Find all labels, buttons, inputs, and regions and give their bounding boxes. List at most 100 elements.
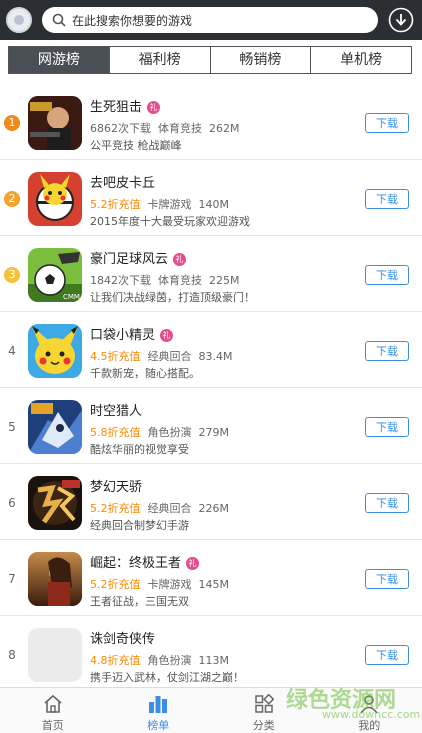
game-description: 2015年度十大最受玩家欢迎游戏 <box>90 215 250 228</box>
pocket-elf-game-icon[interactable] <box>28 324 82 378</box>
game-meta: 5.2折充值 经典回合 226M <box>90 500 229 516</box>
download-button[interactable]: 下载 <box>365 417 409 437</box>
game-description: 王者征战，三国无双 <box>90 595 189 608</box>
list-item[interactable]: 6 梦幻天骄 5.2折充值 经典回合 226M 经典回合制梦幻手游 下载 <box>0 464 422 540</box>
game-category: 体育竞技 <box>158 122 202 135</box>
game-name-row: 崛起：终极王者礼 <box>90 552 200 571</box>
rank-number: 4 <box>8 344 16 358</box>
discount-text: 5.2折充值 <box>90 502 141 515</box>
game-name-row: 豪门足球风云礼 <box>90 248 187 267</box>
game-meta: 5.2折充值 卡牌游戏 140M <box>90 196 229 212</box>
list-item[interactable]: 8 诛剑奇侠传 4.8折充值 角色扮演 113M 携手迈入武林，仗剑江湖之巅！ … <box>0 616 422 692</box>
game-category: 卡牌游戏 <box>147 198 192 211</box>
game-name: 生死狙击 <box>90 100 143 115</box>
discount-text: 5.8折充值 <box>90 426 141 439</box>
game-name: 崛起：终极王者 <box>90 556 182 571</box>
game-description: 公平竞技 枪战巅峰 <box>90 139 182 152</box>
nav-category-label: 分类 <box>252 719 275 732</box>
download-count: 6862次下载 <box>90 122 151 135</box>
game-name: 时空猎人 <box>90 404 143 419</box>
dream-game-icon[interactable] <box>28 476 82 530</box>
discount-text: 5.2折充值 <box>90 198 141 211</box>
category-icon <box>255 694 274 713</box>
football-game-icon[interactable]: CMM <box>28 248 82 302</box>
game-description: 携手迈入武林，仗剑江湖之巅！ <box>90 671 244 684</box>
gift-badge: 礼 <box>160 329 174 342</box>
game-description: 酷炫华丽的视觉享受 <box>90 443 189 456</box>
game-size: 113M <box>198 654 230 667</box>
tab-online-games[interactable]: 网游榜 <box>9 47 109 73</box>
gift-badge: 礼 <box>186 557 200 570</box>
top-bar: 在此搜索你想要的游戏 <box>0 0 422 40</box>
game-category: 角色扮演 <box>147 654 192 667</box>
game-description: 千款新宠，随心搭配。 <box>90 367 200 380</box>
list-item[interactable]: 4 口袋小精灵礼 4.5折充值 经典回合 83.4M 千款新宠，随心搭配。 下载 <box>0 312 422 388</box>
game-name: 诛剑奇侠传 <box>90 632 156 647</box>
nav-ranking[interactable]: 榜单 <box>106 688 212 733</box>
download-button[interactable]: 下载 <box>365 341 409 361</box>
search-icon <box>52 13 66 27</box>
game-name-row: 去吧皮卡丘 <box>90 172 155 191</box>
nav-home-label: 首页 <box>41 719 64 732</box>
game-name-row: 时空猎人 <box>90 400 142 419</box>
download-button[interactable]: 下载 <box>365 265 409 285</box>
gift-badge: 礼 <box>147 101 161 114</box>
list-item[interactable]: 2 去吧皮卡丘 5.2折充值 卡牌游戏 140M 2015年度十大最受玩家欢迎游… <box>0 160 422 236</box>
list-item[interactable]: 1 生死狙击礼 6862次下载 体育竞技 262M 公平竞技 枪战巅峰 下载 <box>0 84 422 160</box>
list-item[interactable]: 7 崛起：终极王者礼 5.2折充值 卡牌游戏 145M 王者征战，三国无双 下载 <box>0 540 422 616</box>
rank-number: 6 <box>8 496 16 510</box>
game-size: 226M <box>198 502 230 515</box>
search-bar[interactable]: 在此搜索你想要的游戏 <box>42 7 378 33</box>
pikachu-game-icon[interactable] <box>28 172 82 226</box>
game-category: 体育竞技 <box>158 274 202 287</box>
game-size: 279M <box>198 426 230 439</box>
game-meta: 5.8折充值 角色扮演 279M <box>90 424 229 440</box>
game-meta: 6862次下载 体育竞技 262M <box>90 120 240 136</box>
game-size: 225M <box>209 274 240 287</box>
game-meta: 5.2折充值 卡牌游戏 145M <box>90 576 229 592</box>
rank-badge: 1 <box>4 115 20 131</box>
rank-badge: 2 <box>4 191 20 207</box>
sniper-game-icon[interactable] <box>28 96 82 150</box>
game-description: 让我们决战绿茵，打造顶级豪门！ <box>90 291 255 304</box>
game-list: 1 生死狙击礼 6862次下载 体育竞技 262M 公平竞技 枪战巅峰 下载 2… <box>0 84 422 692</box>
search-placeholder: 在此搜索你想要的游戏 <box>72 14 193 28</box>
gift-badge: 礼 <box>173 253 187 266</box>
nav-ranking-label: 榜单 <box>147 719 170 732</box>
discount-text: 5.2折充值 <box>90 578 141 591</box>
download-manager-icon[interactable] <box>388 7 414 33</box>
game-size: 262M <box>209 122 240 135</box>
rank-number: 8 <box>8 648 16 662</box>
game-name: 去吧皮卡丘 <box>90 176 156 191</box>
game-name: 口袋小精灵 <box>90 328 156 343</box>
discount-text: 4.5折充值 <box>90 350 141 363</box>
watermark-url: www.downcc.com <box>322 708 421 721</box>
game-name: 梦幻天骄 <box>90 480 143 495</box>
app-logo-icon[interactable] <box>6 7 32 33</box>
game-name: 豪门足球风云 <box>90 252 169 267</box>
game-category: 经典回合 <box>147 502 192 515</box>
download-button[interactable]: 下载 <box>365 493 409 513</box>
tab-single-player[interactable]: 单机榜 <box>310 47 411 73</box>
list-item[interactable]: 3 CMM 豪门足球风云礼 1842次下载 体育竞技 225M 让我们决战绿茵，… <box>0 236 422 312</box>
rise-king-game-icon[interactable] <box>28 552 82 606</box>
download-button[interactable]: 下载 <box>365 569 409 589</box>
ranking-tabs: 网游榜 福利榜 畅销榜 单机榜 <box>8 46 412 74</box>
rank-badge: 3 <box>4 267 20 283</box>
time-hunter-game-icon[interactable] <box>28 400 82 454</box>
game-size: 83.4M <box>198 350 233 363</box>
home-icon <box>44 694 62 713</box>
download-button[interactable]: 下载 <box>365 113 409 133</box>
sword-game-icon[interactable] <box>28 628 82 682</box>
download-button[interactable]: 下载 <box>365 189 409 209</box>
game-size: 145M <box>198 578 230 591</box>
game-name-row: 诛剑奇侠传 <box>90 628 155 647</box>
game-name-row: 生死狙击礼 <box>90 96 161 115</box>
nav-home[interactable]: 首页 <box>0 688 106 733</box>
tab-welfare[interactable]: 福利榜 <box>108 47 210 73</box>
list-item[interactable]: 5 时空猎人 5.8折充值 角色扮演 279M 酷炫华丽的视觉享受 下载 <box>0 388 422 464</box>
tab-best-selling[interactable]: 畅销榜 <box>209 47 311 73</box>
download-button[interactable]: 下载 <box>365 645 409 665</box>
game-category: 卡牌游戏 <box>147 578 192 591</box>
game-meta: 4.8折充值 角色扮演 113M <box>90 652 229 668</box>
